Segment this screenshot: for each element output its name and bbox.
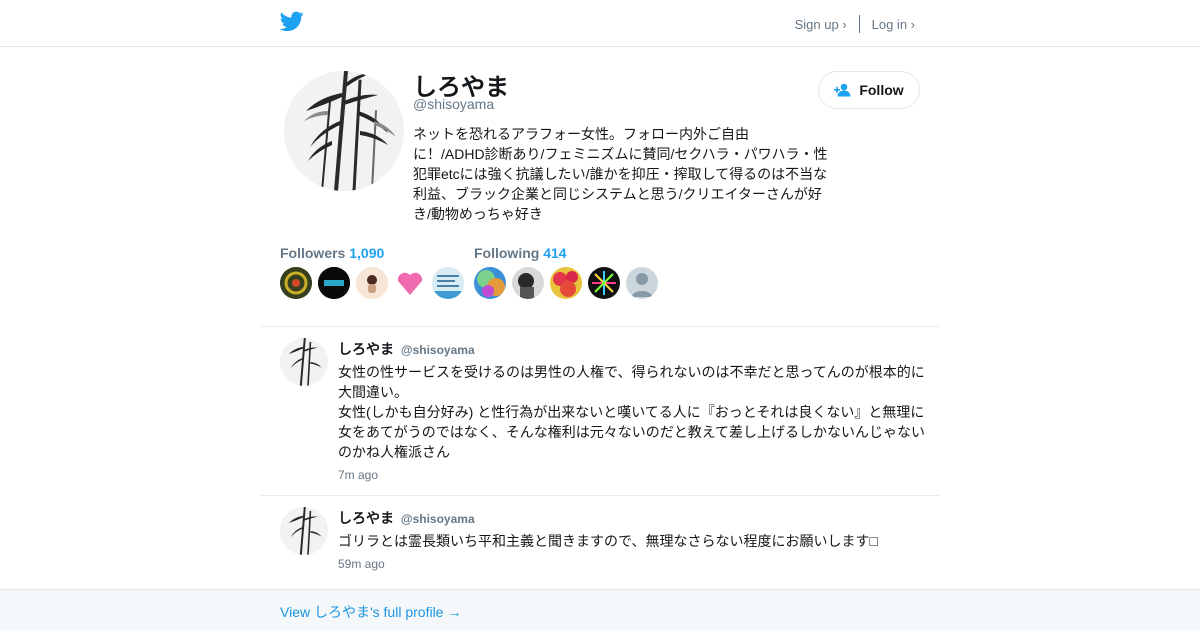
following-avatar[interactable] [512,267,544,299]
following-avatar[interactable] [588,267,620,299]
following-stat[interactable]: Following 414 [474,245,567,261]
tweet-author-name: しろやま [338,510,394,526]
login-link[interactable]: Log in › [872,17,915,32]
profile-handle: @shisoyama [413,96,495,112]
full-profile-link[interactable]: View しろやま's full profile → [280,602,461,622]
follower-avatar[interactable] [318,267,350,299]
following-avatar[interactable] [474,267,506,299]
tweet-author[interactable]: しろやま @shisoyama [338,339,475,359]
bamboo-painting-icon [280,338,328,386]
followers-count: 1,090 [349,245,385,261]
tweet-timestamp[interactable]: 7m ago [338,468,378,482]
auth-links: Sign up › Log in › [795,15,915,33]
tweet-avatar[interactable] [280,338,328,386]
tweet-author-handle: @shisoyama [400,343,475,357]
follow-label: Follow [859,82,904,98]
followers-avatars [280,267,470,299]
top-bar: Sign up › Log in › [0,0,1200,47]
profile-avatar[interactable] [284,71,404,191]
twitter-bird-icon[interactable] [280,11,304,32]
follower-avatar[interactable] [280,267,312,299]
tweet-author-handle: @shisoyama [400,512,475,526]
following-label: Following [474,245,540,261]
tweet-author[interactable]: しろやま @shisoyama [338,508,475,528]
followers-label: Followers [280,245,346,261]
tweet-text: ゴリラとは霊長類いち平和主義と聞きますので、無理なさらない程度にお願いします□ [338,533,878,549]
profile-bio: ネットを恐れるアラフォー女性。フォロー内外ご自由 に！/ADHD診断あり/フェミ… [413,126,828,222]
follower-avatar[interactable] [394,267,426,299]
tweet-text: 女性の性サービスを受けるのは男性の人権で、得られないのは不幸だと思ってんのが根本… [338,364,926,460]
signup-link[interactable]: Sign up › [795,17,847,32]
following-avatar-default[interactable] [626,267,658,299]
follow-button[interactable]: Follow [818,71,920,109]
following-count: 414 [543,245,567,261]
follower-avatar[interactable] [356,267,388,299]
following-avatars [474,267,664,299]
tweet-timestamp[interactable]: 59m ago [338,557,385,571]
bamboo-painting-icon [280,507,328,555]
tweet-item[interactable]: しろやま @shisoyama ゴリラとは霊長類いち平和主義と聞きますので、無理… [260,496,940,589]
followers-stat[interactable]: Followers 1,090 [280,245,384,261]
profile-card: しろやま @shisoyama ネットを恐れるアラフォー女性。フォロー内外ご自由… [260,47,940,327]
tweet-avatar[interactable] [280,507,328,555]
following-avatar[interactable] [550,267,582,299]
add-person-icon [834,83,851,97]
tweet-item[interactable]: しろやま @shisoyama 女性の性サービスを受けるのは男性の人権で、得られ… [260,327,940,496]
footer-bar: View しろやま's full profile → [0,589,1200,630]
follower-avatar[interactable] [432,267,464,299]
tweet-author-name: しろやま [338,341,394,357]
bamboo-painting-icon [284,71,404,191]
divider [858,15,860,33]
